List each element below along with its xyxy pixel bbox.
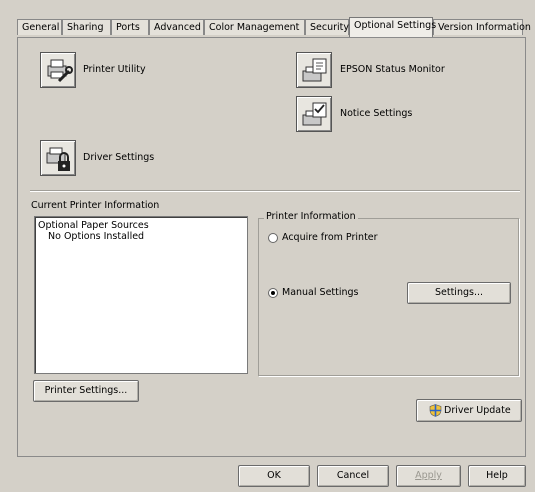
cancel-button[interactable]: Cancel <box>317 465 389 487</box>
acquire-from-printer-radio[interactable] <box>268 233 278 243</box>
driver-settings-button[interactable] <box>40 140 76 176</box>
tab-version-information[interactable]: Version Information <box>433 19 531 35</box>
tab-label: Ports <box>116 22 140 33</box>
printer-monitor-icon <box>302 58 327 82</box>
current-printer-info-heading: Current Printer Information <box>31 200 160 211</box>
current-printer-info-list[interactable]: Optional Paper Sources No Options Instal… <box>34 216 248 374</box>
printer-settings-button[interactable]: Printer Settings... <box>33 380 139 402</box>
shield-icon <box>429 404 442 417</box>
printer-utility-button[interactable] <box>40 52 76 88</box>
tab-security[interactable]: Security <box>305 19 349 35</box>
list-item: No Options Installed <box>48 231 145 242</box>
printer-utility-label: Printer Utility <box>83 64 146 75</box>
ok-button[interactable]: OK <box>238 465 310 487</box>
tab-color-management[interactable]: Color Management <box>204 19 305 35</box>
printer-wrench-icon <box>47 59 73 83</box>
list-item: Optional Paper Sources <box>38 220 149 231</box>
help-button[interactable]: Help <box>468 465 526 487</box>
settings-button[interactable]: Settings... <box>407 282 511 304</box>
tab-label: Sharing <box>67 22 104 33</box>
apply-button[interactable]: Apply <box>396 465 461 487</box>
tab-general[interactable]: General <box>17 19 62 35</box>
tab-label: General <box>22 22 60 33</box>
tab-label: Version Information <box>438 22 531 33</box>
manual-settings-radio[interactable] <box>268 288 278 298</box>
tab-label: Advanced <box>154 22 201 33</box>
printer-lock-icon <box>46 147 70 171</box>
tab-label: Color Management <box>209 22 300 33</box>
status-monitor-button[interactable] <box>296 52 332 88</box>
tab-sharing[interactable]: Sharing <box>62 19 111 35</box>
manual-settings-label: Manual Settings <box>282 287 359 298</box>
separator <box>30 190 520 192</box>
driver-update-button[interactable]: Driver Update <box>416 399 522 422</box>
tab-ports[interactable]: Ports <box>111 19 149 35</box>
tab-optional-settings[interactable]: Optional Settings <box>349 17 437 37</box>
tab-label: Optional Settings <box>354 20 437 31</box>
notice-settings-label: Notice Settings <box>340 108 413 119</box>
tab-advanced[interactable]: Advanced <box>149 19 204 35</box>
driver-update-label: Driver Update <box>444 405 511 416</box>
acquire-from-printer-label: Acquire from Printer <box>282 232 378 243</box>
driver-settings-label: Driver Settings <box>83 152 155 163</box>
status-monitor-label: EPSON Status Monitor <box>340 64 445 75</box>
printer-checklist-icon <box>302 102 327 126</box>
printer-information-title: Printer Information <box>264 211 358 222</box>
tab-label: Security <box>310 22 350 33</box>
notice-settings-button[interactable] <box>296 96 332 132</box>
